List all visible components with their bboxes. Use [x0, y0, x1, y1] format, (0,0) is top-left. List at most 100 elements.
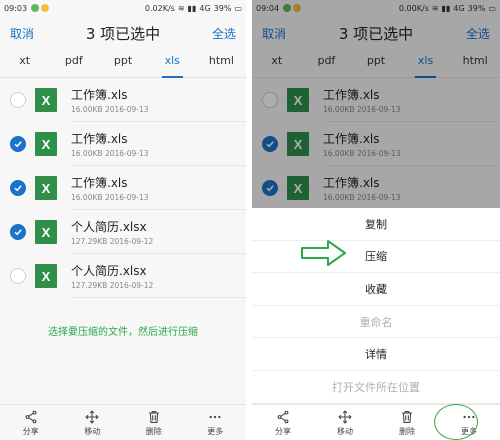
tab-pdf[interactable]: pdf: [49, 49, 98, 77]
tab-html[interactable]: html: [197, 49, 246, 77]
menu-item: 重命名: [252, 306, 500, 339]
more-button[interactable]: 更多: [185, 405, 247, 440]
menu-item[interactable]: 压缩: [252, 241, 500, 274]
file-name: 个人简历.xlsx: [71, 220, 147, 234]
file-size: 16.00KB: [71, 149, 103, 158]
delete-icon: [400, 409, 414, 425]
tab-ppt[interactable]: ppt: [351, 49, 401, 77]
bottom-action-bar: 分享 移动 删除 更多: [0, 404, 246, 440]
status-bar: 09:03 0.02K/s ≋ ▮▮ 4G 39% ▭: [0, 0, 246, 16]
cancel-button[interactable]: 取消: [262, 25, 286, 42]
file-size: 16.00KB: [71, 105, 103, 114]
selection-title: 3 项已选中: [338, 24, 414, 43]
file-meta: 16.00KB 2016-09-13: [323, 105, 401, 114]
bottom-action-bar: 分享 移动 删除 更多: [252, 404, 500, 440]
tab-ppt[interactable]: ppt: [98, 49, 147, 77]
file-row[interactable]: X 个人简历.xlsx 127.29KB 2016-09-12: [0, 254, 246, 298]
notification-icon: [31, 4, 40, 12]
menu-item[interactable]: 收藏: [252, 273, 500, 306]
file-size: 127.29KB: [71, 237, 108, 246]
selection-checkbox[interactable]: [10, 92, 26, 108]
selection-checkbox[interactable]: [262, 180, 278, 196]
menu-item[interactable]: 复制: [252, 208, 500, 241]
battery-icon: ▭: [234, 3, 242, 13]
action-label: 更多: [207, 426, 224, 436]
file-size: 16.00KB: [323, 193, 355, 202]
notification-icon: [293, 4, 302, 12]
tab-html[interactable]: html: [450, 49, 500, 77]
network-type: 4G: [199, 3, 211, 13]
selection-checkbox[interactable]: [10, 224, 26, 240]
excel-file-icon: X: [287, 176, 309, 200]
file-info: 个人简历.xlsx 127.29KB 2016-09-12: [71, 262, 153, 290]
file-info: 工作簿.xls 16.00KB 2016-09-13: [323, 130, 401, 158]
file-size: 127.29KB: [71, 281, 108, 290]
action-label: 删除: [145, 426, 162, 436]
selection-checkbox[interactable]: [10, 268, 26, 284]
network-speed: 0.00K/s: [398, 3, 429, 13]
file-info: 工作簿.xls 16.00KB 2016-09-13: [71, 86, 149, 114]
action-label: 更多: [461, 426, 477, 436]
file-meta: 16.00KB 2016-09-13: [71, 149, 149, 158]
file-name: 工作簿.xls: [71, 132, 128, 146]
select-all-button[interactable]: 全选: [212, 25, 236, 42]
selection-checkbox[interactable]: [10, 136, 26, 152]
wifi-icon: ≋: [431, 3, 439, 13]
file-date: 2016-09-12: [109, 237, 154, 246]
share-icon: [24, 409, 38, 425]
move-icon: [85, 409, 99, 425]
file-meta: 16.00KB 2016-09-13: [71, 105, 149, 114]
delete-button[interactable]: 删除: [123, 405, 185, 440]
selection-checkbox[interactable]: [262, 136, 278, 152]
battery-percent: 39%: [467, 3, 486, 13]
cancel-button[interactable]: 取消: [10, 25, 34, 42]
file-row[interactable]: X 个人简历.xlsx 127.29KB 2016-09-12: [0, 210, 246, 254]
tab-xls[interactable]: xls: [401, 49, 451, 78]
more-button[interactable]: 更多: [438, 405, 500, 440]
move-icon: [338, 409, 352, 425]
action-label: 移动: [84, 426, 101, 436]
network-speed: 0.02K/s: [144, 3, 175, 13]
notification-icon: [283, 4, 292, 12]
file-info: 个人简历.xlsx 127.29KB 2016-09-12: [71, 218, 153, 246]
file-row[interactable]: X 工作簿.xls 16.00KB 2016-09-13: [0, 78, 246, 122]
selection-checkbox[interactable]: [10, 180, 26, 196]
share-button[interactable]: 分享: [252, 405, 314, 440]
move-button[interactable]: 移动: [62, 405, 124, 440]
file-row[interactable]: X 工作簿.xls 16.00KB 2016-09-13: [0, 122, 246, 166]
tab-pdf[interactable]: pdf: [302, 49, 352, 77]
select-all-button[interactable]: 全选: [466, 25, 490, 42]
file-info: 工作簿.xls 16.00KB 2016-09-13: [323, 86, 401, 114]
file-row[interactable]: X 工作簿.xls 16.00KB 2016-09-13: [252, 122, 500, 166]
file-list: X 工作簿.xls 16.00KB 2016-09-13 X 工作簿.xls 16.00K…: [252, 78, 500, 210]
more-icon: [462, 409, 476, 425]
menu-item[interactable]: 详情: [252, 338, 500, 371]
file-name: 工作簿.xls: [71, 88, 128, 102]
left-screenshot: 09:03 0.02K/s ≋ ▮▮ 4G 39% ▭ 取消 3 项已选中 全选…: [0, 0, 246, 440]
arrow-annotation-icon: [301, 240, 346, 266]
delete-button[interactable]: 删除: [376, 405, 438, 440]
tab-xt[interactable]: xt: [252, 49, 302, 77]
file-date: 2016-09-13: [356, 149, 401, 158]
status-time: 09:04: [256, 3, 280, 13]
selection-checkbox[interactable]: [262, 92, 278, 108]
tab-xls[interactable]: xls: [148, 49, 197, 78]
file-row[interactable]: X 工作簿.xls 16.00KB 2016-09-13: [252, 78, 500, 122]
file-type-tabs: xt pdf ppt xls html: [0, 50, 246, 78]
selection-title: 3 项已选中: [85, 24, 161, 43]
file-date: 2016-09-13: [104, 193, 149, 202]
file-row[interactable]: X 工作簿.xls 16.00KB 2016-09-13: [0, 166, 246, 210]
action-label: 分享: [275, 426, 291, 436]
right-screenshot: 09:04 0.00K/s ≋ ▮▮ 4G 39% ▭ 取消 3 项已选中 全选…: [252, 0, 500, 440]
action-label: 分享: [22, 426, 39, 436]
move-button[interactable]: 移动: [314, 405, 376, 440]
share-button[interactable]: 分享: [0, 405, 62, 440]
notification-icon: [41, 4, 50, 12]
file-row[interactable]: X 工作簿.xls 16.00KB 2016-09-13: [252, 166, 500, 210]
file-info: 工作簿.xls 16.00KB 2016-09-13: [323, 174, 401, 202]
file-name: 工作簿.xls: [71, 176, 128, 190]
excel-file-icon: X: [35, 220, 57, 244]
file-date: 2016-09-13: [104, 149, 149, 158]
tab-xt[interactable]: xt: [0, 49, 49, 77]
action-label: 移动: [337, 426, 353, 436]
